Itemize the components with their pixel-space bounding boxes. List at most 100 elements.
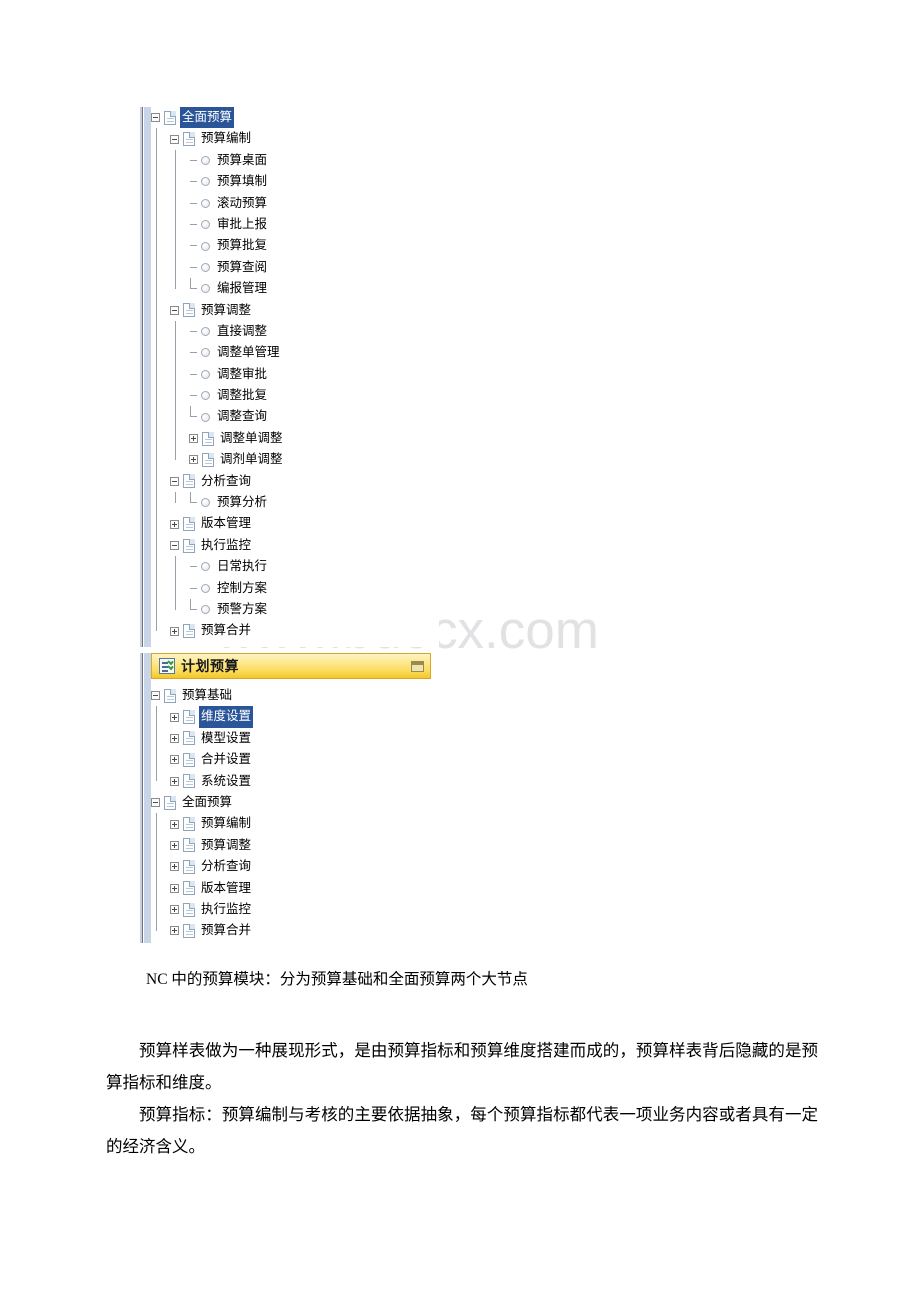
document-node-icon	[183, 624, 195, 639]
tree-node[interactable]: 维度设置	[151, 706, 431, 728]
tree-node[interactable]: 调整查询	[151, 406, 439, 427]
document-node-icon	[183, 731, 195, 746]
tree-node[interactable]: 模型设置	[151, 728, 431, 749]
tree-node[interactable]: 调整批复	[151, 385, 439, 406]
tree-node[interactable]: 预算调整	[151, 835, 431, 856]
document-node-icon	[202, 452, 214, 467]
node-circle-icon	[201, 198, 210, 208]
tree-node-label: 预算编制	[201, 816, 252, 831]
expand-plus-icon[interactable]	[170, 862, 179, 872]
tree-node-label: 执行监控	[201, 901, 252, 916]
tree-node[interactable]: 调剂单调整	[151, 449, 439, 470]
tree-node-label: 全面预算	[180, 107, 235, 129]
collapse-minus-icon[interactable]	[151, 798, 160, 808]
tree-node[interactable]: 控制方案	[151, 578, 439, 599]
tree-node-label: 系统设置	[201, 773, 252, 788]
tree-node[interactable]: 全面预算	[151, 792, 431, 813]
expand-plus-icon[interactable]	[170, 712, 179, 722]
tree-node[interactable]: 预算分析	[151, 492, 439, 513]
expand-plus-icon[interactable]	[170, 519, 179, 529]
expand-plus-icon[interactable]	[170, 840, 179, 850]
tree-node[interactable]: 版本管理	[151, 513, 439, 534]
collapse-minus-icon[interactable]	[151, 113, 160, 123]
tree-connector	[189, 492, 200, 513]
tree-node-label: 调剂单调整	[220, 452, 283, 467]
tree-node[interactable]: 日常执行	[151, 556, 439, 577]
tree-connector	[189, 406, 200, 427]
tree-node[interactable]: 执行监控	[151, 535, 439, 556]
document-node-icon	[183, 838, 195, 853]
tree-node[interactable]: 分析查询	[151, 856, 431, 877]
tree-node[interactable]: 合并设置	[151, 749, 431, 770]
collapse-minus-icon[interactable]	[170, 541, 179, 550]
node-circle-icon	[201, 284, 210, 294]
tree-node[interactable]: 编报管理	[151, 278, 439, 299]
tree-node[interactable]: 系统设置	[151, 771, 431, 792]
expand-plus-icon[interactable]	[170, 776, 179, 786]
tree-view-plan-budget[interactable]: 预算基础 维度设置 模型设置 合并设置系统设置全面预算预算编制预算调整 分析查询版本管理…	[151, 685, 431, 942]
tree-node-label: 预算填制	[217, 174, 268, 189]
tree-trunk-line	[156, 706, 157, 782]
tree-node-label: 直接调整	[217, 323, 268, 338]
panel-splitter-left-two[interactable]	[139, 653, 151, 943]
tree-node[interactable]: 调整单管理	[151, 342, 439, 363]
collapse-minus-icon[interactable]	[170, 305, 179, 315]
tree-node[interactable]: 审批上报	[151, 214, 439, 235]
tree-node-label: 版本管理	[201, 516, 252, 531]
paragraph-two: 预算样表做为一种展现形式，是由预算指标和预算维度搭建而成的，预算样表背后隐藏的是…	[106, 1041, 818, 1092]
tree-trunk-line	[175, 149, 176, 289]
tree-node[interactable]: 预算合并	[151, 920, 431, 941]
tree-node[interactable]: 调整单调整	[151, 428, 439, 449]
document-node-icon	[202, 431, 214, 446]
tree-node[interactable]: 预算基础	[151, 685, 431, 706]
node-circle-icon	[201, 498, 210, 508]
tree-node[interactable]: 预算编制	[151, 813, 431, 834]
tree-node[interactable]: 预警方案	[151, 598, 439, 620]
restore-icon[interactable]	[411, 660, 424, 672]
expand-plus-icon[interactable]	[170, 755, 179, 765]
document-node-icon	[183, 303, 195, 318]
panel-splitter-left[interactable]	[139, 107, 151, 647]
tree-node[interactable]: 分析查询	[151, 471, 439, 492]
expand-plus-icon[interactable]	[170, 883, 179, 893]
expand-plus-icon[interactable]	[189, 434, 198, 444]
collapse-minus-icon[interactable]	[151, 691, 160, 701]
checklist-document-icon	[159, 658, 175, 674]
tree-node[interactable]: 预算调整	[151, 300, 439, 321]
tree-node[interactable]: 预算合并	[151, 620, 439, 641]
tree-node-label: 预算查阅	[217, 259, 268, 274]
node-circle-icon	[201, 327, 210, 337]
expand-plus-icon[interactable]	[170, 819, 179, 829]
document-node-icon	[183, 817, 195, 832]
expand-plus-icon[interactable]	[189, 455, 198, 465]
tree-connector	[189, 278, 200, 299]
tree-connector	[189, 321, 200, 342]
node-circle-icon	[201, 369, 210, 379]
tree-node[interactable]: 预算填制	[151, 171, 439, 192]
tree-node[interactable]: 预算批复	[151, 235, 439, 256]
expand-plus-icon[interactable]	[170, 626, 179, 636]
tree-view-budget[interactable]: 全面预算 预算编制 预算桌面预算填制滚动预算 审批上报 预算批复预算查阅编报管理 预算调整…	[151, 107, 439, 642]
document-node-icon	[164, 688, 176, 703]
tree-trunk-line	[175, 492, 176, 503]
tree-node-label: 版本管理	[201, 880, 252, 895]
expand-plus-icon[interactable]	[170, 926, 179, 936]
expand-plus-icon[interactable]	[170, 905, 179, 915]
tree-node[interactable]: 直接调整	[151, 321, 439, 342]
collapse-minus-icon[interactable]	[170, 476, 179, 486]
tree-node[interactable]: 预算查阅	[151, 257, 439, 278]
tree-node[interactable]: 预算桌面	[151, 150, 439, 171]
document-node-icon	[183, 774, 195, 789]
document-node-icon	[183, 752, 195, 767]
tree-node[interactable]: 全面预算	[151, 107, 439, 129]
tree-node[interactable]: 预算编制	[151, 128, 439, 149]
expand-plus-icon[interactable]	[170, 733, 179, 743]
tree-connector	[189, 171, 200, 192]
tree-node[interactable]: 执行监控	[151, 899, 431, 920]
tree-connector	[189, 235, 200, 256]
tree-node[interactable]: 滚动预算	[151, 193, 439, 214]
tree-node[interactable]: 调整审批	[151, 364, 439, 385]
budget-tree-panel-expanded: 全面预算 预算编制 预算桌面预算填制滚动预算 审批上报 预算批复预算查阅编报管理 预算调整…	[139, 107, 439, 647]
tree-node[interactable]: 版本管理	[151, 878, 431, 899]
collapse-minus-icon[interactable]	[170, 134, 179, 144]
